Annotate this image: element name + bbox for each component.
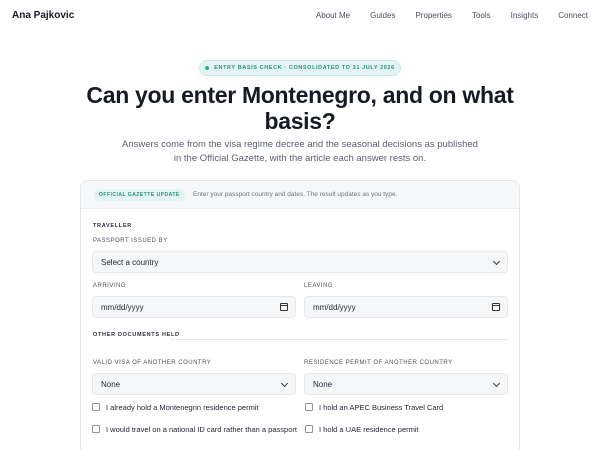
arriving-date-value: mm/dd/yyyy: [101, 302, 144, 312]
calendar-icon[interactable]: [280, 303, 288, 311]
top-nav: Ana Pajkovic About Me Guides Properties …: [0, 0, 600, 32]
leaving-label: LEAVING: [304, 283, 334, 289]
checkbox-label: I would travel on a national ID card rat…: [106, 425, 297, 434]
checkbox-national-id[interactable]: I would travel on a national ID card rat…: [92, 424, 297, 435]
leaving-date-input[interactable]: mm/dd/yyyy: [304, 296, 508, 318]
status-dot-icon: [205, 66, 210, 70]
chevron-down-icon: [492, 257, 501, 266]
valid-visa-select[interactable]: None: [92, 373, 296, 395]
checkbox-uae-permit[interactable]: I hold a UAE residence permit: [305, 424, 505, 435]
chevron-down-icon: [280, 379, 289, 388]
checkbox-apec-card[interactable]: I hold an APEC Business Travel Card: [305, 402, 505, 413]
checkbox-label: I already hold a Montenegrin residence p…: [106, 403, 259, 412]
gazette-update-tag: OFFICIAL GAZETTE UPDATE: [94, 189, 185, 201]
nav-link-tools[interactable]: Tools: [472, 11, 491, 20]
checkbox-box[interactable]: [92, 425, 100, 433]
residence-permit-select[interactable]: None: [304, 373, 508, 395]
section-divider: [170, 339, 508, 340]
chevron-down-icon: [492, 379, 501, 388]
checkbox-box[interactable]: [305, 425, 313, 433]
nav-links: About Me Guides Properties Tools Insight…: [316, 11, 588, 20]
residence-permit-label: RESIDENCE PERMIT OF ANOTHER COUNTRY: [304, 360, 453, 366]
badge-text: ENTRY BASIS CHECK · CONSOLIDATED TO 31 J…: [214, 65, 395, 71]
page-title: Can you enter Montenegro, and on what ba…: [86, 82, 514, 134]
other-documents-heading: OTHER DOCUMENTS HELD: [93, 332, 180, 338]
entry-basis-badge: ENTRY BASIS CHECK · CONSOLIDATED TO 31 J…: [199, 60, 401, 76]
checkbox-label: I hold an APEC Business Travel Card: [319, 403, 444, 412]
page-lead: Answers come from the visa regime decree…: [122, 139, 478, 164]
passport-country-select[interactable]: Select a country: [92, 251, 508, 273]
arriving-label: ARRIVING: [93, 283, 127, 289]
calendar-icon[interactable]: [492, 303, 500, 311]
passport-select-value: Select a country: [101, 257, 159, 267]
nav-link-about[interactable]: About Me: [316, 11, 350, 20]
nav-link-insights[interactable]: Insights: [511, 11, 539, 20]
leaving-date-value: mm/dd/yyyy: [313, 302, 356, 312]
checkbox-label: I hold a UAE residence permit: [319, 425, 419, 434]
visa-label: VALID VISA OF ANOTHER COUNTRY: [93, 360, 212, 366]
permit-select-value: None: [313, 379, 333, 389]
nav-link-properties[interactable]: Properties: [415, 11, 451, 20]
checkbox-box[interactable]: [92, 403, 100, 411]
nav-link-guides[interactable]: Guides: [370, 11, 395, 20]
visa-select-value: None: [101, 379, 121, 389]
nav-link-connect[interactable]: Connect: [558, 11, 588, 20]
form-card-header: OFFICIAL GAZETTE UPDATE Enter your passp…: [81, 181, 519, 209]
passport-label: PASSPORT ISSUED BY: [93, 238, 168, 244]
traveller-heading: TRAVELLER: [93, 223, 132, 229]
checkbox-montenegrin-residence[interactable]: I already hold a Montenegrin residence p…: [92, 402, 292, 413]
arriving-date-input[interactable]: mm/dd/yyyy: [92, 296, 296, 318]
site-brand[interactable]: Ana Pajkovic: [12, 10, 74, 21]
form-hint: Enter your passport country and dates. T…: [193, 191, 398, 198]
checkbox-box[interactable]: [305, 403, 313, 411]
